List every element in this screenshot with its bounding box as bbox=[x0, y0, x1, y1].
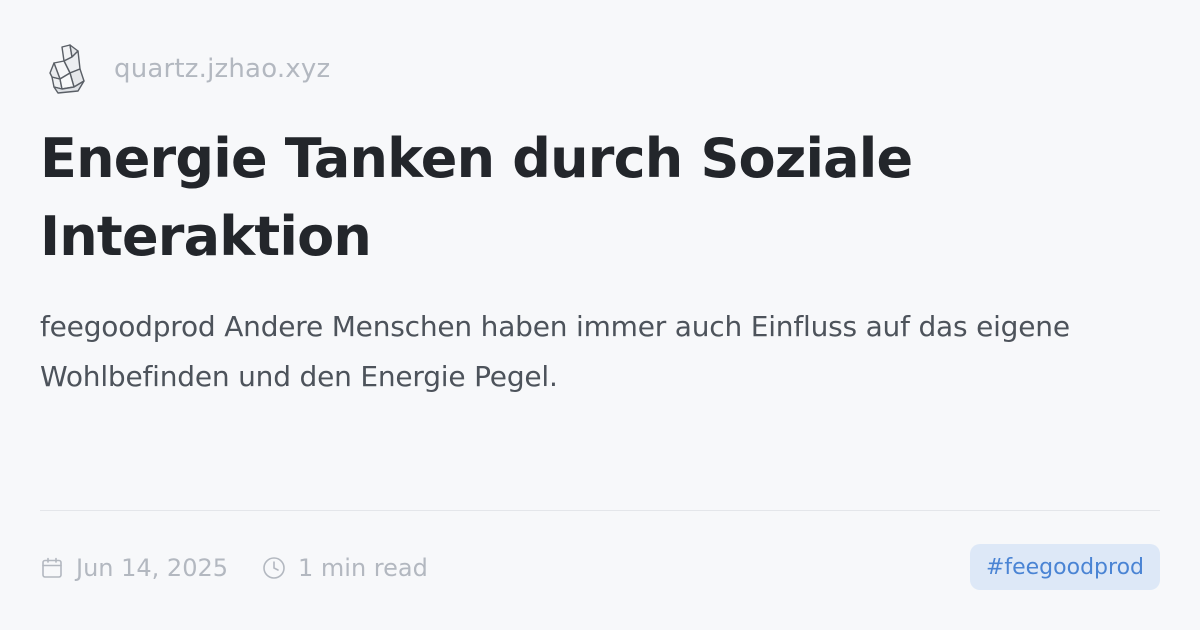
reading-time: 1 min read bbox=[262, 554, 428, 582]
calendar-icon bbox=[40, 556, 64, 580]
article-meta: Jun 14, 2025 1 min read bbox=[40, 548, 428, 588]
site-header: quartz.jzhao.xyz bbox=[46, 42, 330, 96]
reading-time-text: 1 min read bbox=[298, 554, 428, 582]
clock-icon bbox=[262, 556, 286, 580]
social-preview-card: quartz.jzhao.xyz Energie Tanken durch So… bbox=[0, 0, 1200, 630]
page-title: Energie Tanken durch Soziale Interaktion bbox=[40, 127, 913, 268]
crystal-logo-icon bbox=[46, 42, 90, 96]
page-description: feegoodprod Andere Menschen haben immer … bbox=[40, 310, 1070, 393]
divider bbox=[40, 510, 1160, 511]
publish-date-text: Jun 14, 2025 bbox=[76, 554, 229, 582]
site-domain[interactable]: quartz.jzhao.xyz bbox=[114, 54, 330, 84]
publish-date: Jun 14, 2025 bbox=[40, 554, 228, 582]
tag-feegoodprod[interactable]: #feegoodprod bbox=[969, 544, 1160, 590]
